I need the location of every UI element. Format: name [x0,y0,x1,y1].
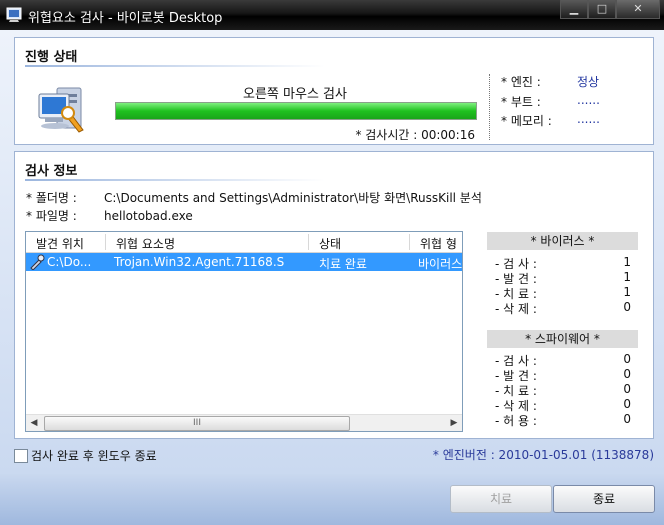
scan-info-group: 검사 정보 * 폴더명 : C:\Documents and Settings\A… [14,151,654,439]
maximize-button[interactable]: □ [588,0,616,19]
spyware-stats-header: * 스파이웨어 * [487,330,638,348]
progress-section-title: 진행 상태 [25,50,78,65]
engine-label: * 엔진 : [501,75,541,89]
threat-item-icon [30,254,45,270]
folder-line: * 폴더명 : C:\Documents and Settings\Adminis… [26,189,482,206]
exit-button[interactable]: 종료 [553,485,655,513]
minimize-button[interactable]: ▁ [560,0,588,19]
threat-list[interactable]: 발견 위치 위협 요소명 상태 위협 형 C:\Do... Trojan.Win… [25,231,463,432]
window-title: 위협요소 검사 - 바이로봇 Desktop [28,11,223,26]
folder-path: C:\Documents and Settings\Administrator\… [104,191,482,205]
boot-value: ...... [577,93,600,107]
app-icon [6,7,22,22]
info-section-title: 검사 정보 [25,164,78,179]
engine-value: 정상 [577,75,600,89]
title-bar[interactable]: 위협요소 검사 - 바이로봇 Desktop ▁ □ ✕ [0,0,664,30]
column-location[interactable]: 발견 위치 [36,235,84,252]
close-window-checkbox-label[interactable]: 검사 완료 후 윈도우 종료 [31,447,157,464]
file-label: * 파일명 : [26,209,77,223]
virus-stats-header: * 바이러스 * [487,232,638,250]
folder-label: * 폴더명 : [26,191,77,205]
scan-time: * 검사시간 : 00:00:16 [355,128,475,142]
row-status: 치료 완료 [319,257,367,271]
treat-button[interactable]: 치료 [450,485,552,513]
divider [25,179,325,181]
horizontal-scrollbar[interactable]: ◀ III ▶ [26,414,462,431]
memory-status: * 메모리 : ...... [501,112,600,129]
scroll-thumb[interactable]: III [44,416,350,431]
divider [25,65,325,67]
column-threat-name[interactable]: 위협 요소명 [116,235,175,252]
row-location: C:\Do... [47,255,92,269]
column-status[interactable]: 상태 [319,235,341,252]
boot-label: * 부트 : [501,95,541,109]
scan-target-text: 오른쪽 마우스 검사 [243,87,347,102]
scroll-left-icon[interactable]: ◀ [26,415,42,431]
column-threat-type[interactable]: 위협 형 [420,235,457,252]
engine-status: * 엔진 : 정상 [501,73,599,90]
table-row[interactable]: C:\Do... Trojan.Win32.Agent.71168.S 치료 완… [26,253,462,271]
file-line: * 파일명 : hellotobad.exe [26,207,193,224]
row-threat-name: Trojan.Win32.Agent.71168.S [114,255,285,269]
progress-group: 진행 상태 오른쪽 마우스 검사 * 검사시간 : 00:00:16 * 엔진 … [14,37,654,145]
memory-label: * 메모리 : [501,114,552,128]
close-window-checkbox[interactable] [14,449,28,463]
row-threat-type: 바이러스 [418,257,462,271]
vertical-divider [489,74,490,140]
list-header: 발견 위치 위협 요소명 상태 위협 형 [26,232,462,253]
close-button[interactable]: ✕ [616,0,660,19]
virus-deleted: - 삭 제 :0 [495,300,631,316]
spyware-allowed: - 허 용 :0 [495,412,631,428]
file-name: hellotobad.exe [104,209,193,223]
engine-version: * 엔진버전 : 2010-01-05.01 (1138878) [432,448,654,462]
memory-value: ...... [577,112,600,126]
boot-status: * 부트 : ...... [501,93,600,110]
progress-fill [116,103,476,119]
computer-scan-icon [38,87,84,133]
scroll-right-icon[interactable]: ▶ [446,415,462,431]
scan-progress-bar [115,102,477,120]
